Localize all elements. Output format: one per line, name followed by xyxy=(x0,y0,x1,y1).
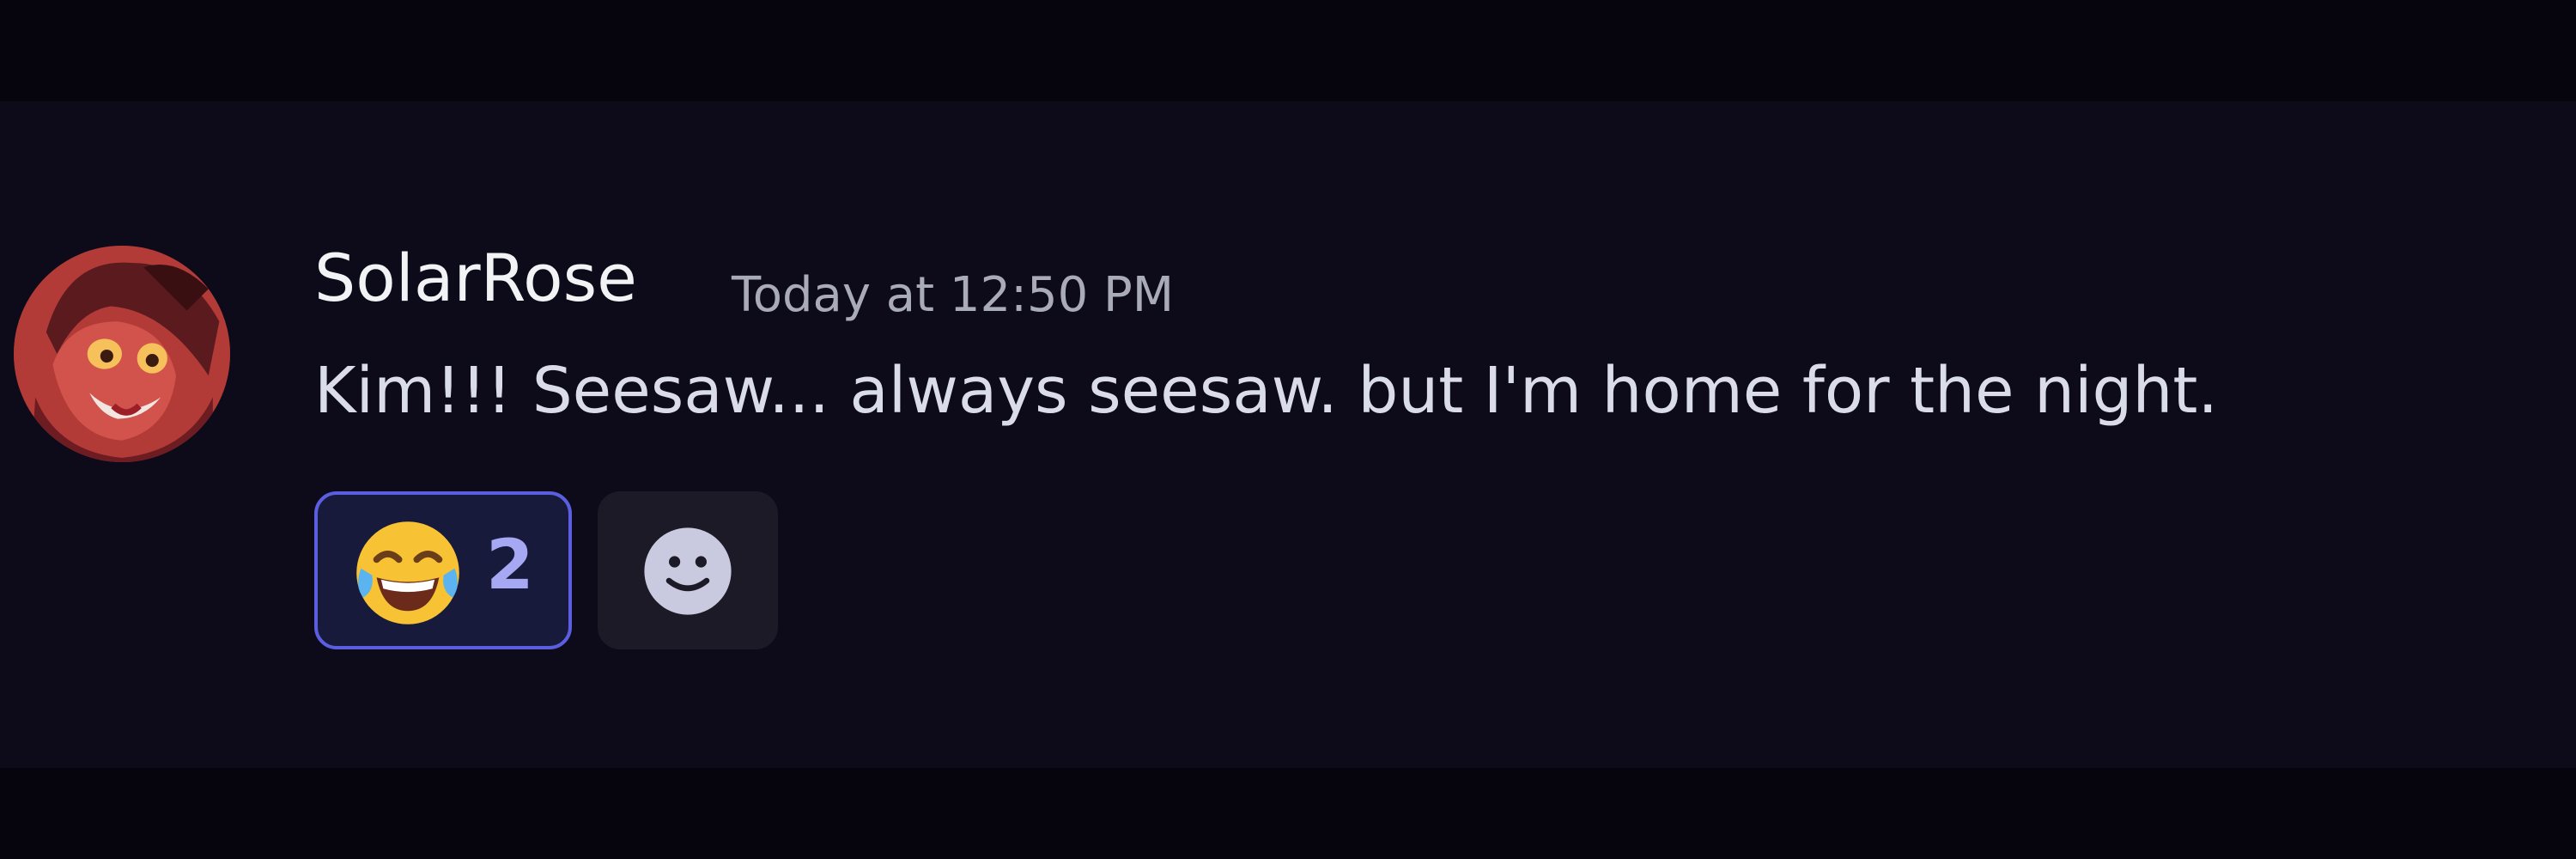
message-row[interactable]: SolarRose Today at 12:50 PM Kim!!! Seesa… xyxy=(0,101,2576,768)
message-content: Kim!!! Seesaw... always seesaw. but I'm … xyxy=(314,354,2218,428)
avatar-image xyxy=(14,246,230,462)
smile-icon xyxy=(644,527,732,615)
reaction-count: 2 xyxy=(486,525,534,605)
author-name[interactable]: SolarRose xyxy=(314,246,637,311)
reaction-button[interactable]: 2 xyxy=(314,491,572,649)
avatar[interactable] xyxy=(14,246,230,462)
message-timestamp[interactable]: Today at 12:50 PM xyxy=(732,271,1174,320)
face-with-tears-of-joy-icon xyxy=(356,521,459,624)
add-reaction-button[interactable] xyxy=(598,491,778,649)
chat-view: SolarRose Today at 12:50 PM Kim!!! Seesa… xyxy=(0,0,2576,859)
